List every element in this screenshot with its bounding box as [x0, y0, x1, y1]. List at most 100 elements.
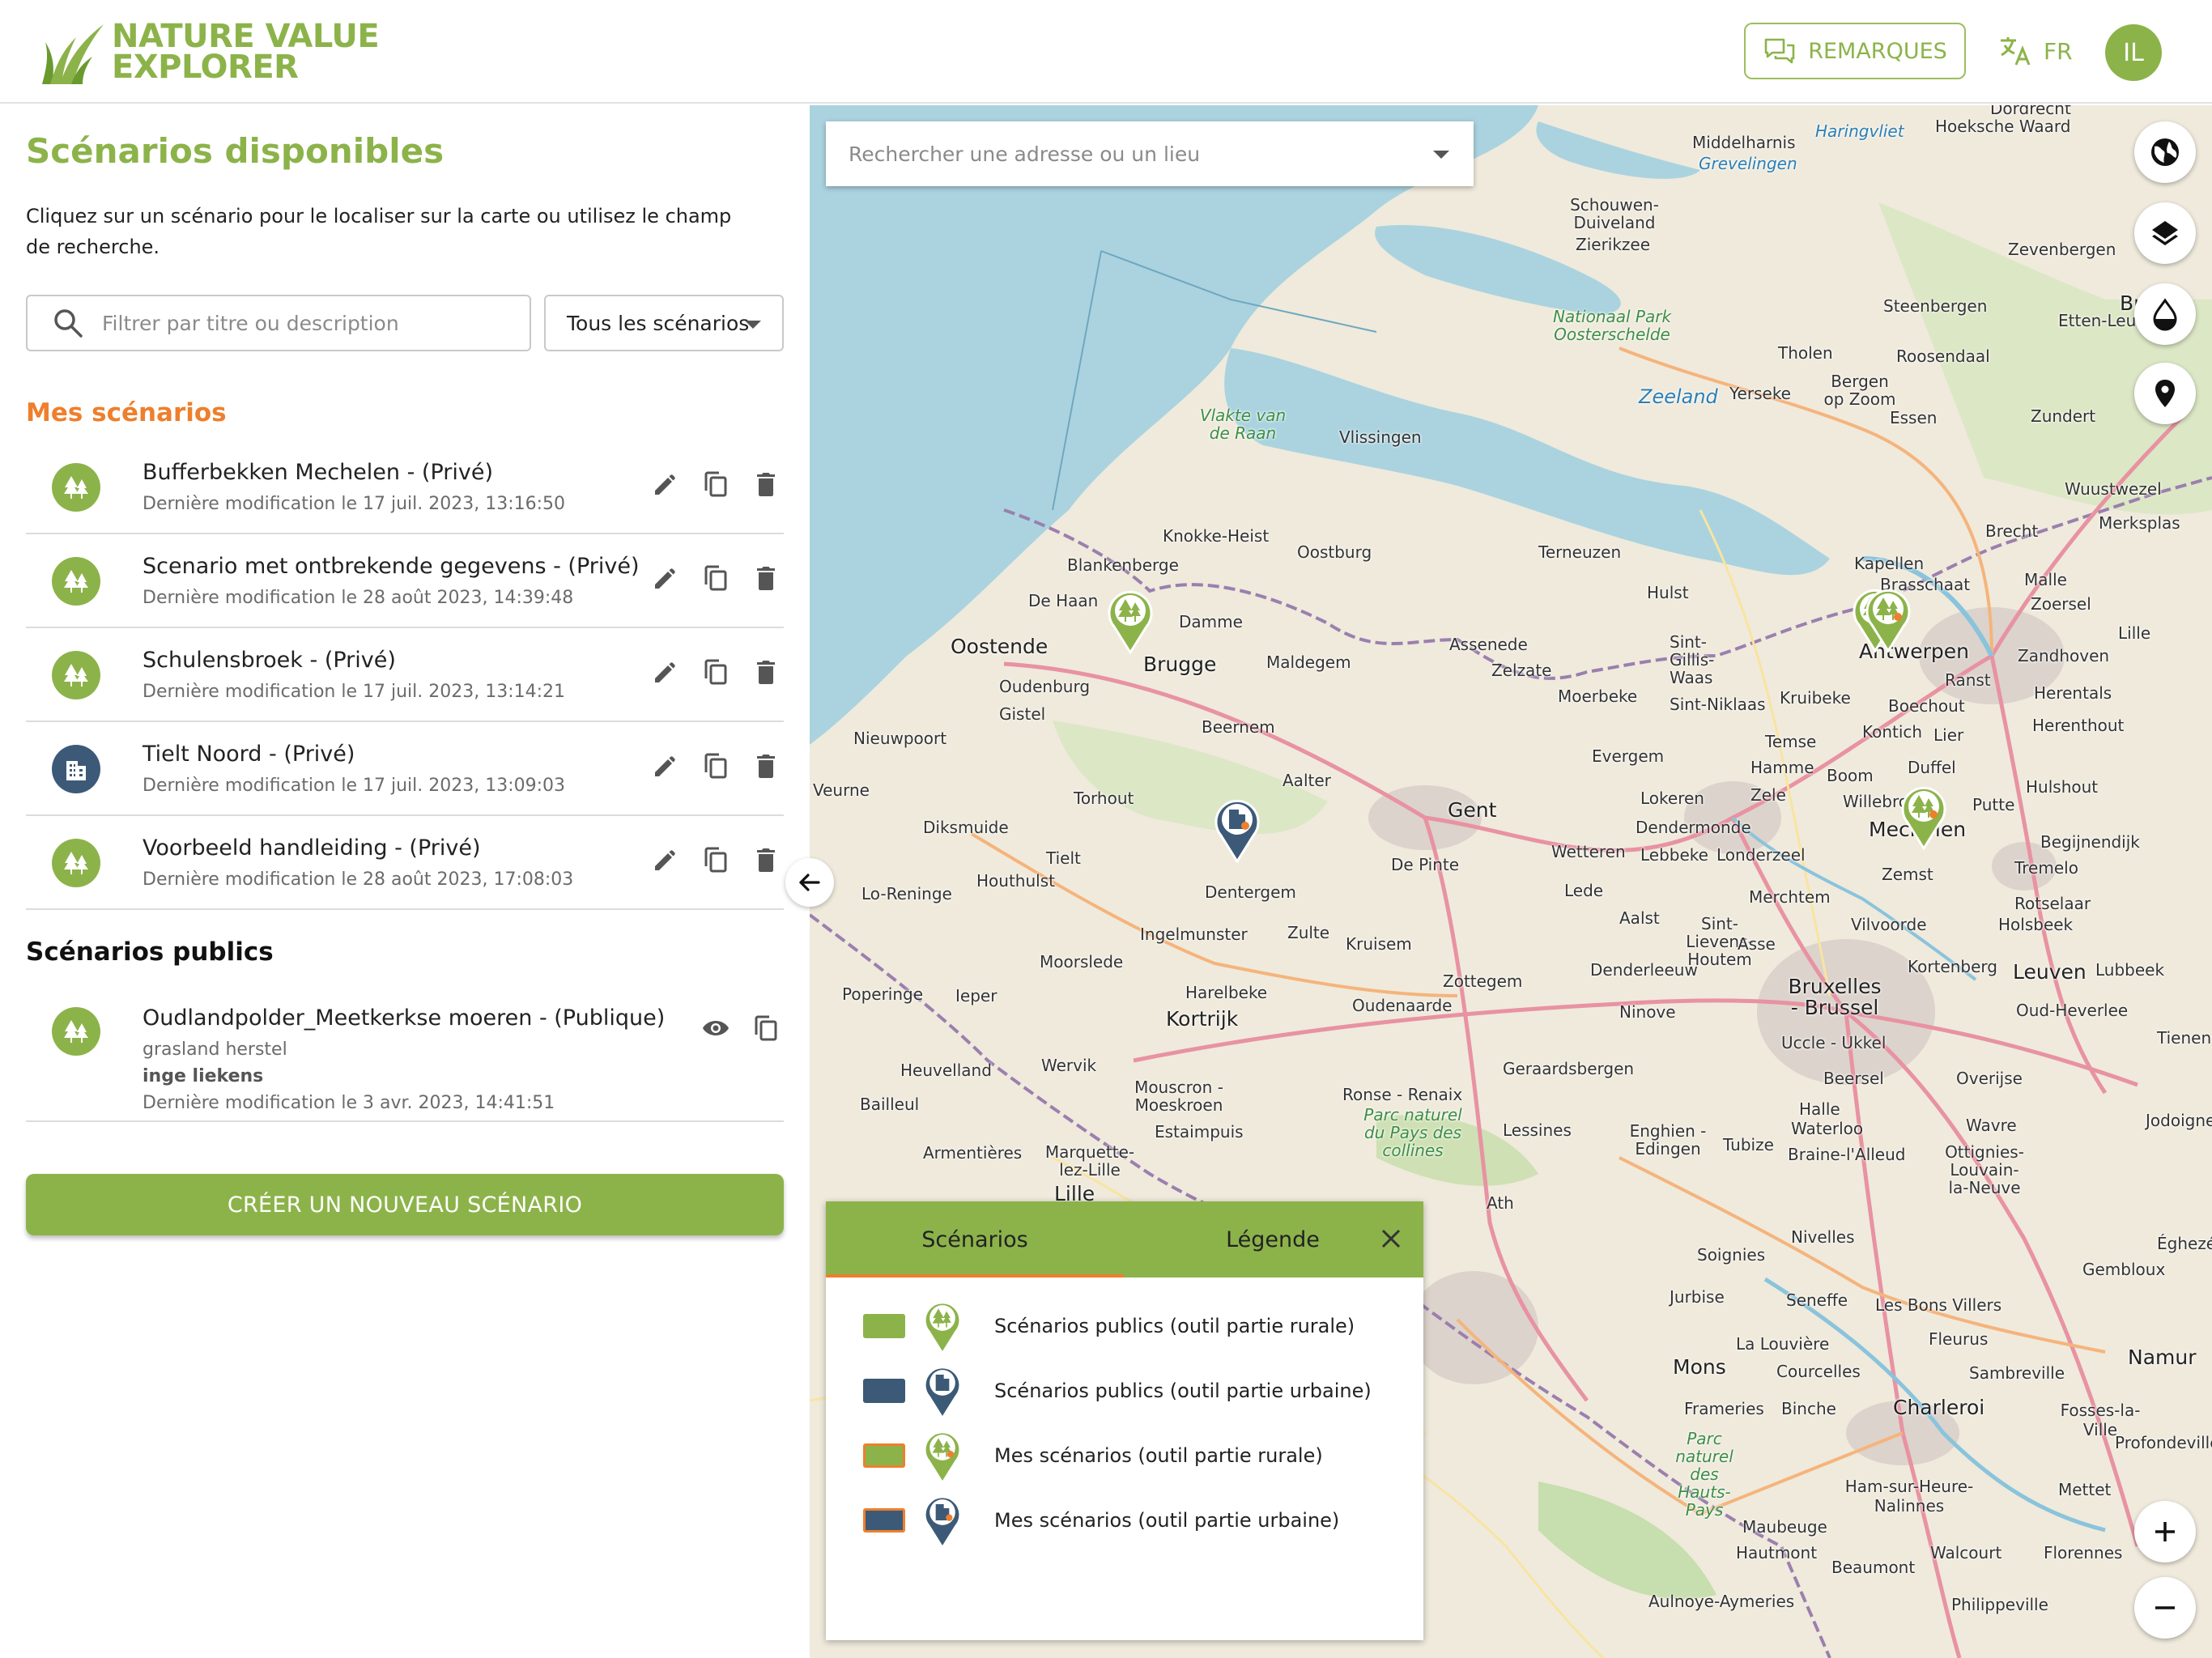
edit-icon[interactable]	[648, 560, 683, 596]
legend-label: Mes scénarios (outil partie rurale)	[994, 1444, 1323, 1467]
building-marker-icon	[924, 1366, 961, 1419]
place-label: Frameries	[1684, 1399, 1764, 1418]
place-label: Hoeksche Waard	[1935, 117, 2071, 136]
place-label: Philippeville	[1951, 1595, 2048, 1614]
forest-icon	[52, 557, 100, 606]
building-marker-icon	[924, 1495, 961, 1549]
tab-scenarios[interactable]: Scénarios	[826, 1201, 1124, 1278]
place-label: Lille	[2118, 623, 2151, 643]
place-label: Ieper	[955, 986, 998, 1005]
scenario-row[interactable]: Scenario met ontbrekende gegevens - (Pri…	[26, 534, 784, 628]
place-label: Parc naturel du Pays des collines	[1363, 1105, 1462, 1160]
copy-icon[interactable]	[698, 466, 734, 502]
filter-input[interactable]	[102, 311, 507, 335]
scenario-row[interactable]: Tielt Noord - (Privé) Dernière modificat…	[26, 722, 784, 816]
scenario-row[interactable]: Voorbeeld handleiding - (Privé) Dernière…	[26, 816, 784, 910]
filter-field[interactable]	[26, 295, 531, 351]
place-label: Zundert	[2031, 406, 2096, 426]
map-search-input[interactable]	[849, 142, 1415, 166]
scenario-row[interactable]: Schulensbroek - (Privé) Dernière modific…	[26, 628, 784, 722]
copy-icon[interactable]	[698, 748, 734, 784]
scenario-marker-urban-mine[interactable]	[1213, 795, 1261, 863]
chevron-down-icon[interactable]	[1433, 151, 1449, 159]
place-label: Moorslede	[1040, 952, 1124, 971]
remarks-button-label: REMARQUES	[1808, 38, 1947, 64]
place-label: Mettet	[2058, 1480, 2112, 1499]
zoom-out-button[interactable]	[2134, 1577, 2196, 1639]
place-label: Tholen	[1778, 343, 1833, 363]
scenario-description: grasland herstel	[143, 1039, 287, 1060]
place-label: Roosendaal	[1896, 346, 1990, 366]
legend-swatch	[863, 1314, 905, 1338]
location-button[interactable]	[2134, 363, 2196, 424]
scenario-type-select[interactable]: Tous les scénarios	[544, 295, 784, 351]
delete-icon[interactable]	[748, 748, 784, 784]
forest-icon	[52, 651, 100, 699]
place-label: Les Bons Villers	[1875, 1295, 2002, 1315]
place-label: Walcourt	[1930, 1543, 2002, 1562]
place-label: Namur	[2128, 1346, 2197, 1369]
place-label: Londerzeel	[1716, 845, 1806, 865]
place-label: Beersel	[1823, 1069, 1884, 1088]
place-label: Aalst	[1619, 908, 1660, 928]
place-label: Holsbeek	[1998, 915, 2074, 934]
layers-button[interactable]	[2134, 202, 2196, 264]
user-avatar[interactable]: IL	[2105, 24, 2162, 81]
scenario-title: Schulensbroek - (Privé)	[143, 648, 396, 673]
scenario-marker-rural-mine[interactable]	[1899, 782, 1948, 850]
scenario-marker-rural-mine[interactable]	[1864, 585, 1912, 653]
edit-icon[interactable]	[648, 466, 683, 502]
basemap-button[interactable]	[2134, 121, 2196, 183]
remarks-button[interactable]: REMARQUES	[1744, 23, 1966, 79]
map-search-box[interactable]	[826, 121, 1474, 186]
legend-tabs: Scénarios Légende	[826, 1201, 1423, 1278]
place-label: Overijse	[1956, 1069, 2023, 1088]
scenario-marker-rural[interactable]	[1106, 586, 1155, 654]
copy-icon[interactable]	[698, 842, 734, 878]
place-label: Courcelles	[1776, 1362, 1861, 1381]
place-label: Marquette-lez-Lille	[1044, 1142, 1135, 1180]
close-icon[interactable]	[1375, 1222, 1407, 1255]
arrow-left-icon	[799, 874, 820, 891]
copy-icon[interactable]	[698, 654, 734, 690]
language-label: FR	[2044, 37, 2073, 65]
copy-icon[interactable]	[698, 560, 734, 596]
delete-icon[interactable]	[748, 466, 784, 502]
zoom-in-button[interactable]	[2134, 1501, 2196, 1562]
scenario-modified: Dernière modification le 17 juil. 2023, …	[143, 682, 566, 702]
edit-icon[interactable]	[648, 842, 683, 878]
place-label: Ottignies-Louvain-la-Neuve	[1945, 1142, 2024, 1197]
language-selector[interactable]: FR	[1998, 34, 2073, 68]
opacity-button[interactable]	[2134, 283, 2196, 345]
eye-icon[interactable]	[698, 1010, 734, 1046]
delete-icon[interactable]	[748, 654, 784, 690]
edit-icon[interactable]	[648, 748, 683, 784]
place-label: Lubbeek	[2095, 960, 2165, 980]
place-label: Hulst	[1647, 583, 1689, 602]
logo-text: NATURE VALUE EXPLORER	[112, 20, 380, 83]
place-label: Blankenberge	[1067, 555, 1179, 575]
place-label: Tremelo	[2014, 858, 2078, 878]
place-label: Lebbeke	[1640, 845, 1708, 865]
delete-icon[interactable]	[748, 842, 784, 878]
place-label: Evergem	[1592, 746, 1665, 766]
place-label: Boechout	[1888, 696, 1965, 716]
place-label: Waterloo	[1791, 1119, 1864, 1138]
place-label: Oostburg	[1297, 542, 1372, 562]
scenario-row[interactable]: Bufferbekken Mechelen - (Privé) Dernière…	[26, 440, 784, 534]
copy-icon[interactable]	[748, 1010, 784, 1046]
app-logo[interactable]: NATURE VALUE EXPLORER	[39, 18, 380, 86]
place-label: Charleroi	[1893, 1396, 1985, 1419]
map-view[interactable]: Dordrecht Middelharnis Haringvliet Hoeks…	[810, 105, 2212, 1658]
collapse-sidebar-button[interactable]	[785, 858, 834, 907]
scenario-actions	[633, 560, 784, 596]
delete-icon[interactable]	[748, 560, 784, 596]
place-label: Parc naturel des Hauts-Pays	[1675, 1429, 1733, 1520]
place-label: Duffel	[1908, 758, 1956, 777]
public-scenario-row[interactable]: Oudlandpolder_Meetkerkse moeren - (Publi…	[26, 983, 784, 1122]
create-scenario-button[interactable]: CRÉER UN NOUVEAU SCÉNARIO	[26, 1174, 784, 1235]
place-label: Steenbergen	[1883, 296, 1988, 316]
edit-icon[interactable]	[648, 654, 683, 690]
place-label: Grevelingen	[1699, 154, 1797, 173]
legend-panel: Scénarios Légende Scénarios publics (out…	[826, 1201, 1423, 1640]
